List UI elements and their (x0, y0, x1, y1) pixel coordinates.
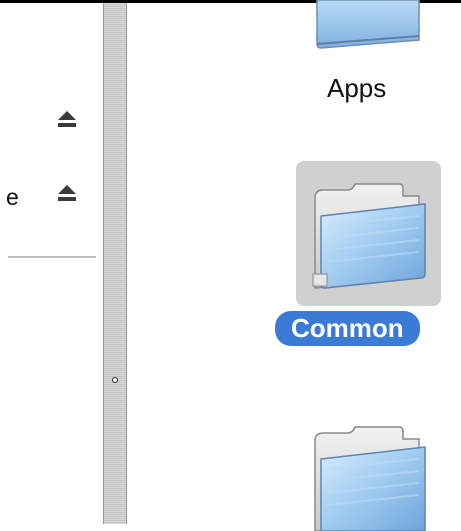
folder-icon (307, 178, 432, 303)
folder-item-apps[interactable]: Apps (127, 0, 461, 113)
eject-icon[interactable] (56, 111, 78, 131)
sidebar: e (0, 3, 103, 524)
finder-icon-view: Apps Common (127, 0, 461, 531)
sidebar-splitter[interactable] (103, 3, 127, 524)
folder-label: Apps (327, 73, 387, 103)
eject-icon[interactable] (56, 185, 78, 205)
folder-icon (307, 421, 432, 531)
folder-label: Common (275, 311, 420, 346)
sidebar-divider (8, 256, 96, 258)
sidebar-item-label: e (6, 184, 19, 210)
folder-item-common[interactable]: Common (127, 153, 461, 353)
splitter-handle-icon[interactable] (112, 377, 118, 383)
folder-icon (307, 0, 427, 50)
folder-item[interactable] (127, 403, 461, 531)
